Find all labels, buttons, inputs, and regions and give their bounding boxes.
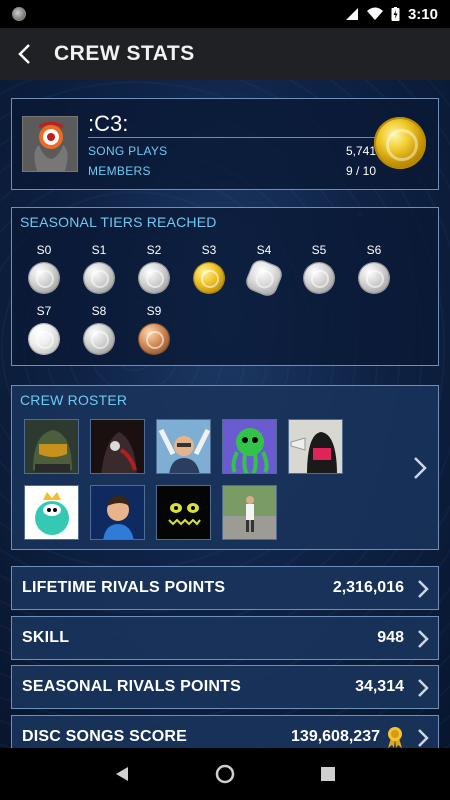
silver-medal-icon xyxy=(304,263,334,293)
stat-value: 2,316,016 xyxy=(332,579,404,596)
stat-value: 34,314 xyxy=(355,678,404,695)
tier-label: S6 xyxy=(366,243,382,257)
tier-s9: S9 xyxy=(134,304,174,354)
crew-emblem xyxy=(22,116,78,172)
app-bar: CREW STATS xyxy=(0,28,450,80)
green-octopus-avatar[interactable] xyxy=(222,419,277,474)
tier-s3: S3 xyxy=(189,243,229,293)
tier-label: S9 xyxy=(146,304,162,318)
members-label: MEMBERS xyxy=(88,164,151,178)
chevron-right-icon xyxy=(418,630,429,648)
tier-s7: S7 xyxy=(24,304,64,354)
silver-medal-icon xyxy=(84,263,114,293)
tier-label: S0 xyxy=(36,243,52,257)
divider xyxy=(88,137,376,138)
battery-icon xyxy=(391,7,400,21)
tier-label: S7 xyxy=(36,304,52,318)
square-recents-icon xyxy=(321,767,336,781)
silver-medal-icon xyxy=(84,324,114,354)
person-on-street-avatar[interactable] xyxy=(222,485,277,540)
waving-man-avatar[interactable] xyxy=(156,419,211,474)
dark-smile-avatar[interactable] xyxy=(156,485,211,540)
helmet-avatar[interactable] xyxy=(24,419,79,474)
tier-label: S2 xyxy=(146,243,162,257)
tier-s2: S2 xyxy=(134,243,174,293)
wifi-icon xyxy=(366,7,383,20)
stat-value: 139,608,237 xyxy=(291,728,380,745)
award-ribbon-icon xyxy=(388,727,402,748)
back-button[interactable] xyxy=(0,28,48,80)
chevron-right-icon[interactable] xyxy=(412,456,428,480)
page-title: CREW STATS xyxy=(54,42,195,65)
content-area: :C3: SONG PLAYS 5,741 MEMBERS 9 / 10 SEA… xyxy=(0,80,450,748)
tier-s1: S1 xyxy=(79,243,119,293)
song-plays-value: 5,741 xyxy=(345,144,376,158)
chevron-right-icon xyxy=(418,729,429,747)
tier-label: S1 xyxy=(91,243,107,257)
stat-label: SEASONAL RIVALS POINTS xyxy=(22,678,241,695)
stat-label: SKILL xyxy=(22,629,70,646)
nav-home-button[interactable] xyxy=(213,762,237,786)
stat-label: LIFETIME RIVALS POINTS xyxy=(22,579,226,596)
tier-s5: S5 xyxy=(299,243,339,293)
stat-label: DISC SONGS SCORE xyxy=(22,728,188,745)
song-plays-label: SONG PLAYS xyxy=(88,144,168,158)
tier-s6: S6 xyxy=(354,243,394,293)
cartoon-boy-avatar[interactable] xyxy=(90,485,145,540)
gold-rank-coin-icon xyxy=(374,117,426,169)
crew-name: :C3: xyxy=(88,111,129,136)
dark-creature-avatar[interactable] xyxy=(90,419,145,474)
back-arrow-icon xyxy=(18,44,30,64)
triangle-back-icon xyxy=(115,767,128,781)
system-nav-bar xyxy=(0,748,450,800)
nav-back-button[interactable] xyxy=(110,762,134,786)
crew-summary-card: :C3: SONG PLAYS 5,741 MEMBERS 9 / 10 xyxy=(11,98,439,190)
roster-title: CREW ROSTER xyxy=(20,392,128,408)
signal-icon xyxy=(345,8,358,20)
clock: 3:10 xyxy=(407,5,438,23)
silver-medal-icon xyxy=(139,263,169,293)
masked-figure-avatar[interactable] xyxy=(288,419,343,474)
lifetime-rivals-points-row[interactable]: LIFETIME RIVALS POINTS 2,316,016 xyxy=(11,566,439,610)
chevron-right-icon xyxy=(418,580,429,598)
members-value: 9 / 10 xyxy=(345,164,376,178)
skill-row[interactable]: SKILL 948 xyxy=(11,616,439,660)
camera-notch-icon xyxy=(12,7,26,21)
seasonal-tiers-panel: SEASONAL TIERS REACHED S0 S1 S2 S3 S4 S5… xyxy=(11,207,439,366)
tier-label: S5 xyxy=(311,243,327,257)
tier-label: S3 xyxy=(201,243,217,257)
silver-medal-icon xyxy=(359,263,389,293)
members-row: MEMBERS 9 / 10 xyxy=(88,164,376,178)
chevron-right-icon xyxy=(418,679,429,697)
gold-medal-icon xyxy=(194,263,224,293)
crowned-character-avatar[interactable] xyxy=(24,485,79,540)
tier-s4: S4 xyxy=(244,243,284,298)
tiers-title: SEASONAL TIERS REACHED xyxy=(20,214,217,230)
tier-label: S4 xyxy=(256,243,272,257)
song-plays-row: SONG PLAYS 5,741 xyxy=(88,144,376,158)
status-icons: 3:10 xyxy=(345,6,438,23)
tier-s0: S0 xyxy=(24,243,64,293)
tier-s8: S8 xyxy=(79,304,119,354)
tier-label: S8 xyxy=(91,304,107,318)
status-bar: 3:10 xyxy=(0,0,450,28)
crew-roster-panel[interactable]: CREW ROSTER xyxy=(11,385,439,550)
stat-value: 948 xyxy=(377,629,404,646)
pearl-medal-icon xyxy=(29,324,59,354)
seasonal-rivals-points-row[interactable]: SEASONAL RIVALS POINTS 34,314 xyxy=(11,665,439,709)
nav-recents-button[interactable] xyxy=(316,762,340,786)
platinum-medal-icon xyxy=(244,258,284,298)
silver-medal-icon xyxy=(29,263,59,293)
disc-songs-score-row[interactable]: DISC SONGS SCORE 139,608,237 xyxy=(11,715,439,748)
circle-home-icon xyxy=(215,764,235,784)
bronze-medal-icon xyxy=(139,324,169,354)
